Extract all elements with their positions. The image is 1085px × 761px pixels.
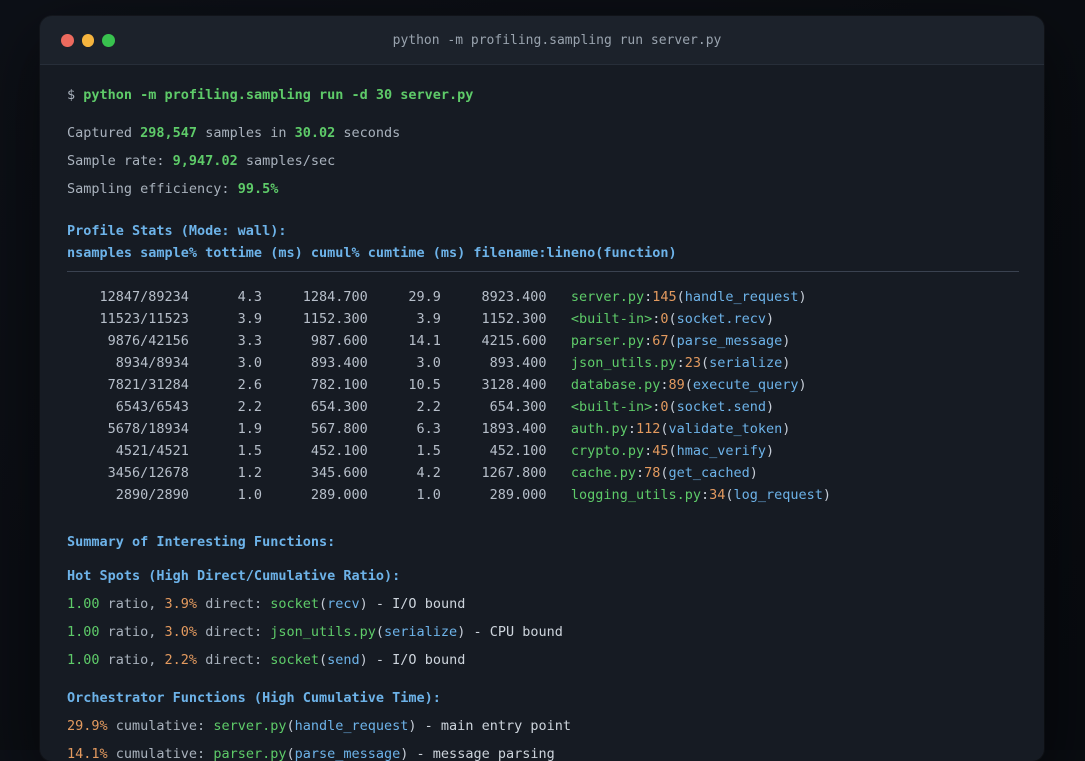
traffic-lights [40, 33, 116, 47]
window-title: python -m profiling.sampling run server.… [392, 32, 722, 48]
hot-spots-heading: Hot Spots (High Direct/Cumulative Ratio)… [67, 568, 401, 584]
command-line: $ python -m profiling.sampling run -d 30… [67, 87, 474, 103]
captured-line: Captured 298,547 samples in 30.02 second… [67, 125, 401, 141]
table-row: 4521/4521 1.5 452.100 1.5 452.100 crypto… [67, 443, 775, 459]
sample-rate-line: Sample rate: 9,947.02 samples/sec [67, 153, 336, 169]
table-row: 3456/12678 1.2 345.600 4.2 1267.800 cach… [67, 465, 758, 481]
table-row: 12847/89234 4.3 1284.700 29.9 8923.400 s… [67, 289, 807, 305]
orchestrator-heading: Orchestrator Functions (High Cumulative … [67, 690, 441, 706]
hot-spot-line: 1.00 ratio, 2.2% direct: socket(send) - … [67, 652, 466, 668]
profile-stats-heading: Profile Stats (Mode: wall): [67, 223, 287, 239]
table-row: 6543/6543 2.2 654.300 2.2 654.300 <built… [67, 399, 775, 415]
table-row: 8934/8934 3.0 893.400 3.0 893.400 json_u… [67, 355, 791, 371]
terminal-output: $ python -m profiling.sampling run -d 30… [40, 65, 1044, 761]
table-row: 7821/31284 2.6 782.100 10.5 3128.400 dat… [67, 377, 807, 393]
orchestrator-line: 29.9% cumulative: server.py(handle_reque… [67, 718, 571, 734]
table-divider [67, 271, 1019, 272]
hot-spot-line: 1.00 ratio, 3.9% direct: socket(recv) - … [67, 596, 466, 612]
hot-spot-line: 1.00 ratio, 3.0% direct: json_utils.py(s… [67, 624, 563, 640]
table-row: 9876/42156 3.3 987.600 14.1 4215.600 par… [67, 333, 791, 349]
table-row: 5678/18934 1.9 567.800 6.3 1893.400 auth… [67, 421, 791, 437]
sampling-efficiency-line: Sampling efficiency: 99.5% [67, 181, 279, 197]
table-row: 11523/11523 3.9 1152.300 3.9 1152.300 <b… [67, 311, 775, 327]
orchestrator-line: 14.1% cumulative: parser.py(parse_messag… [67, 746, 555, 761]
table-row: 2890/2890 1.0 289.000 1.0 289.000 loggin… [67, 487, 832, 503]
minimize-button[interactable] [81, 33, 95, 47]
titlebar: python -m profiling.sampling run server.… [40, 16, 1044, 65]
terminal-window: python -m profiling.sampling run server.… [40, 16, 1044, 761]
close-button[interactable] [61, 33, 74, 47]
profile-table: 12847/89234 4.3 1284.700 29.9 8923.400 s… [67, 286, 1019, 506]
table-columns-header: nsamples sample% tottime (ms) cumul% cum… [67, 245, 677, 261]
summary-heading: Summary of Interesting Functions: [67, 534, 336, 550]
zoom-button[interactable] [102, 33, 116, 47]
